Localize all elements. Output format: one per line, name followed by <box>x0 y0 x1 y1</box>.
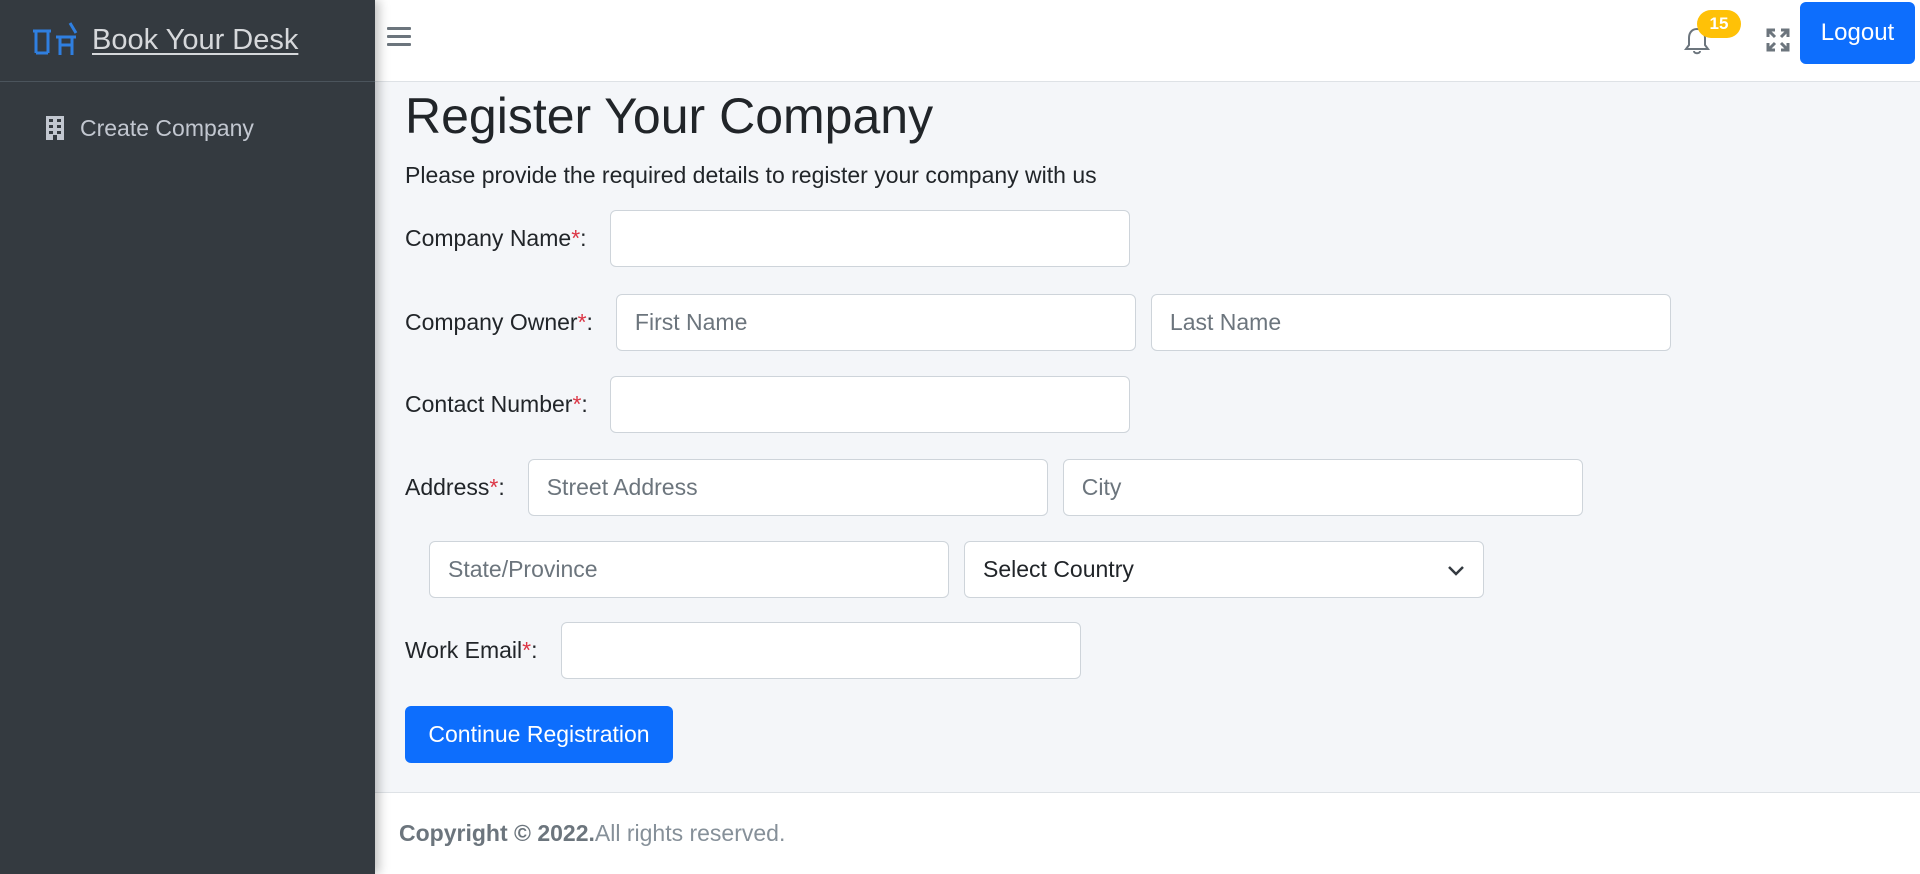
company-owner-row: Company Owner*: <box>405 294 1671 351</box>
label-suffix: : <box>586 309 593 335</box>
label-suffix: : <box>581 391 588 417</box>
work-email-label: Work Email*: <box>405 637 538 664</box>
required-marker: * <box>489 474 499 500</box>
app-root: Book Your Desk Create Company 15 Logout … <box>0 0 1920 874</box>
contact-number-label: Contact Number*: <box>405 391 588 418</box>
notification-badge: 15 <box>1697 10 1741 38</box>
desk-logo-icon <box>30 19 80 63</box>
contact-number-row: Contact Number*: <box>405 376 1130 433</box>
work-email-label-text: Work Email <box>405 637 523 663</box>
company-owner-label: Company Owner*: <box>405 309 593 336</box>
label-suffix: : <box>531 637 538 663</box>
continue-registration-button[interactable]: Continue Registration <box>405 706 673 763</box>
sidebar: Book Your Desk Create Company <box>0 0 375 874</box>
required-marker: * <box>522 637 532 663</box>
address-row: Address*: <box>405 459 1583 516</box>
label-suffix: : <box>580 225 587 251</box>
logout-button[interactable]: Logout <box>1800 2 1915 64</box>
menu-toggle-icon[interactable] <box>387 27 411 51</box>
rights-text: All rights reserved. <box>594 820 786 846</box>
company-name-label: Company Name*: <box>405 225 587 252</box>
address-label: Address*: <box>405 474 505 501</box>
address-row-2: Select Country <box>429 541 1484 598</box>
state-province-input[interactable] <box>429 541 949 598</box>
first-name-input[interactable] <box>615 294 1136 351</box>
page-title: Register Your Company <box>405 88 934 144</box>
brand[interactable]: Book Your Desk <box>0 0 375 82</box>
required-marker: * <box>577 309 587 335</box>
city-input[interactable] <box>1062 459 1583 516</box>
contact-number-label-text: Contact Number <box>405 391 573 417</box>
fullscreen-icon[interactable] <box>1765 27 1791 53</box>
sidebar-nav: Create Company <box>0 82 375 150</box>
chevron-down-icon <box>1447 556 1465 583</box>
sidebar-item-label: Create Company <box>80 114 254 141</box>
work-email-input[interactable] <box>560 622 1081 679</box>
address-label-text: Address <box>405 474 490 500</box>
page-subtitle: Please provide the required details to r… <box>405 162 1097 188</box>
company-name-row: Company Name*: <box>405 210 1130 267</box>
top-navbar: 15 Logout <box>375 0 1920 82</box>
company-owner-label-text: Company Owner <box>405 309 578 335</box>
main-content: Register Your Company Please provide the… <box>375 82 1920 792</box>
copyright-text: Copyright © 2022. <box>399 820 595 846</box>
label-suffix: : <box>498 474 505 500</box>
building-icon <box>44 115 66 141</box>
last-name-input[interactable] <box>1150 294 1671 351</box>
required-marker: * <box>571 225 581 251</box>
brand-name[interactable]: Book Your Desk <box>92 24 298 57</box>
country-select-value: Select Country <box>983 556 1134 582</box>
contact-number-input[interactable] <box>609 376 1130 433</box>
company-name-label-text: Company Name <box>405 225 572 251</box>
country-select[interactable]: Select Country <box>964 541 1484 598</box>
work-email-row: Work Email*: <box>405 622 1081 679</box>
footer: Copyright © 2022. All rights reserved. <box>375 792 1920 874</box>
street-address-input[interactable] <box>527 459 1048 516</box>
sidebar-item-create-company[interactable]: Create Company <box>0 106 375 150</box>
company-name-input[interactable] <box>609 210 1130 267</box>
